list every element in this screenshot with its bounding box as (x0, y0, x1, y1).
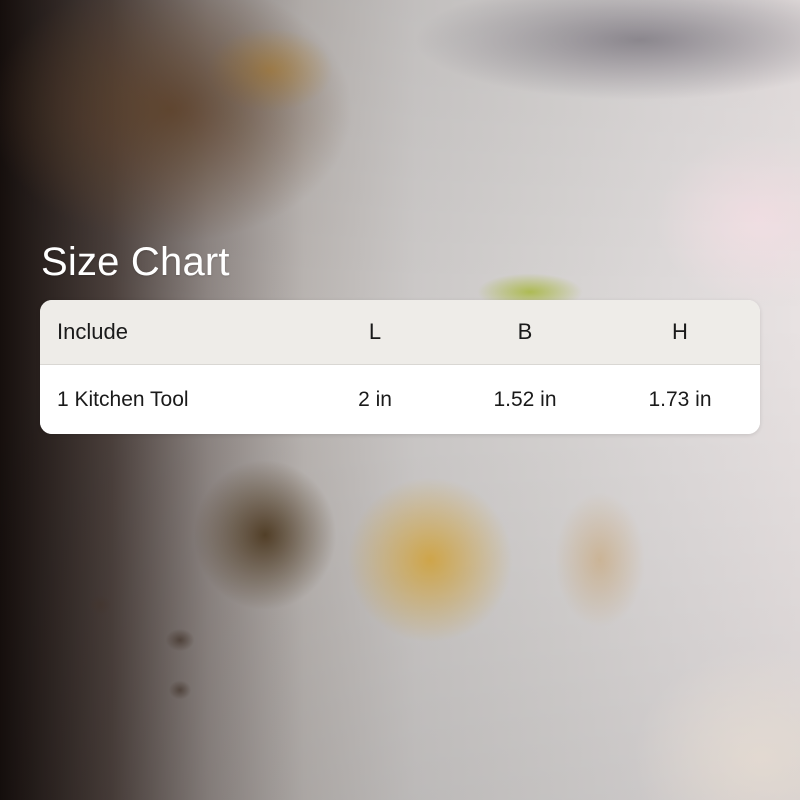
header-length: L (368, 319, 382, 344)
cell-include: 1 Kitchen Tool (57, 387, 189, 411)
cell-breadth: 1.52 in (493, 387, 557, 411)
page-title: Size Chart (41, 240, 230, 284)
header-breadth: B (517, 319, 533, 344)
header-include: Include (57, 319, 128, 344)
table-header-row: Include L B H (40, 300, 760, 365)
size-table: Include L B H 1 Kitchen Tool 2 in 1.52 i… (40, 300, 760, 434)
cell-length: 2 in (358, 387, 392, 411)
table-row: 1 Kitchen Tool 2 in 1.52 in 1.73 in (40, 365, 760, 434)
header-height: H (672, 319, 688, 344)
cell-height: 1.73 in (648, 387, 712, 411)
